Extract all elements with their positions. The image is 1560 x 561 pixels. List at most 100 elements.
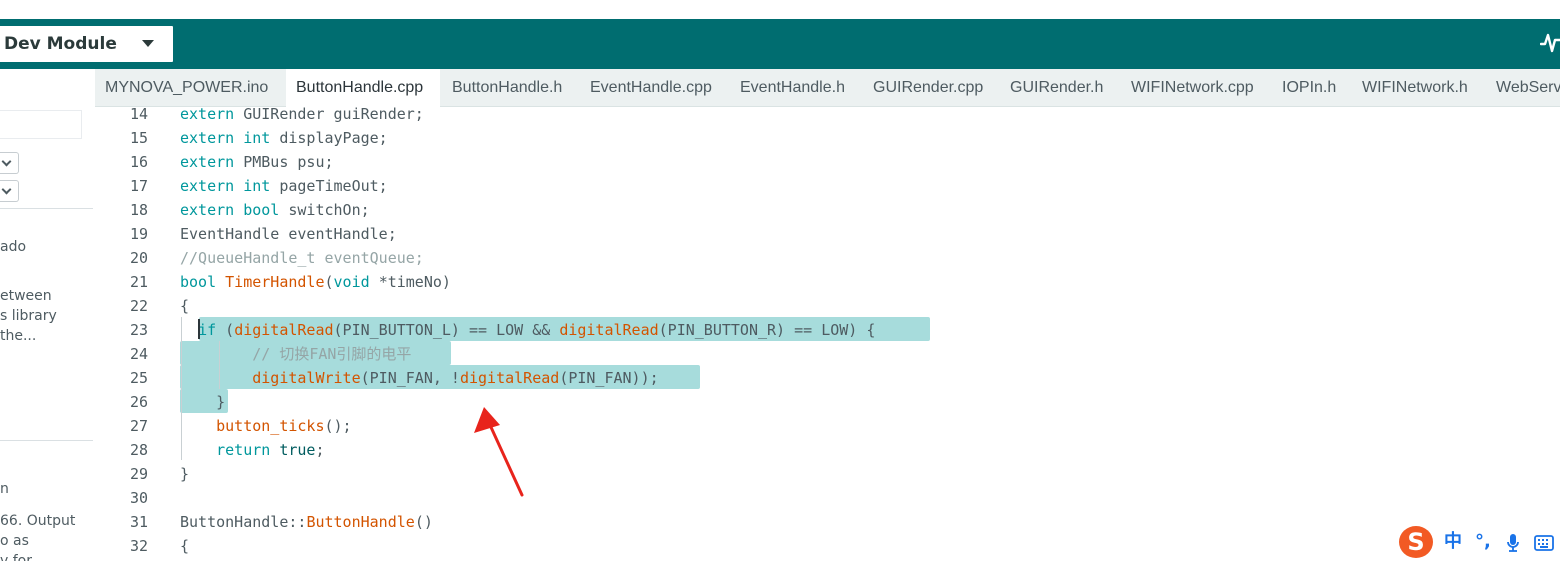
code-token: ( xyxy=(324,273,334,291)
code-token: bool xyxy=(243,201,289,219)
code-line: 18 extern bool switchOn; xyxy=(95,198,1560,222)
tab-wifinetwork-h[interactable]: WIFINetwork.h xyxy=(1352,69,1478,107)
board-selector[interactable]: Dev Module xyxy=(0,26,173,62)
line-number: 27 xyxy=(129,417,148,435)
code-line: 28 return true; xyxy=(95,438,1560,462)
code-line: 29} xyxy=(95,462,1560,486)
code-token: int xyxy=(243,177,280,195)
ime-toolbar: S 中 °, xyxy=(1395,523,1560,561)
code-token: { xyxy=(180,537,190,555)
code-line: 25 digitalWrite(PIN_FAN, !digitalRead(PI… xyxy=(95,366,1560,390)
code-token: { xyxy=(180,297,190,315)
code-token: ; xyxy=(315,441,325,459)
chevron-down-icon xyxy=(142,40,154,47)
annotation-arrow-icon xyxy=(474,407,524,497)
code-token: true xyxy=(279,441,316,459)
line-number: 14 xyxy=(129,107,148,123)
library-item-description: etween xyxy=(0,288,52,304)
code-text: //QueueHandle_t eventQueue; xyxy=(180,246,424,270)
sidebar-divider xyxy=(0,208,93,209)
code-token: extern xyxy=(180,177,244,195)
line-number: 21 xyxy=(129,273,148,291)
line-number: 22 xyxy=(129,297,148,315)
chevron-down-icon xyxy=(1,156,12,167)
code-line: 19 EventHandle eventHandle; xyxy=(95,222,1560,246)
sidebar-divider xyxy=(0,440,93,441)
code-token: () xyxy=(414,513,433,531)
code-text: digitalWrite(PIN_FAN, !digitalRead(PIN_F… xyxy=(180,366,659,390)
library-item-title: ado xyxy=(0,239,27,255)
code-token: PMBus psu; xyxy=(243,153,334,171)
code-token: ButtonHandle xyxy=(306,513,415,531)
line-number: 24 xyxy=(129,345,148,363)
ime-punctuation-toggle[interactable]: °, xyxy=(1475,531,1491,553)
line-number: 20 xyxy=(129,249,148,267)
code-token: void xyxy=(333,273,379,291)
tab-mynova-power-ino[interactable]: MYNOVA_POWER.ino xyxy=(95,69,278,107)
code-token: digitalRead xyxy=(459,369,560,387)
code-token: (PIN_BUTTON_L) == LOW && xyxy=(333,321,560,339)
code-token: } xyxy=(180,465,190,483)
tab-guirender-h[interactable]: GUIRender.h xyxy=(1000,69,1113,107)
tab-buttonhandle-cpp[interactable]: ButtonHandle.cpp xyxy=(286,69,440,108)
code-editor[interactable]: 14 extern GUIRender guiRender; 15 extern in… xyxy=(95,107,1560,561)
code-token: extern xyxy=(180,153,244,171)
code-token: displayPage; xyxy=(279,129,388,147)
code-token: EventHandle eventHandle; xyxy=(180,225,397,243)
line-number: 29 xyxy=(129,465,148,483)
code-line: 22 { xyxy=(95,294,1560,318)
library-search-input[interactable] xyxy=(0,110,82,139)
code-text: EventHandle eventHandle; xyxy=(180,222,397,246)
tab-iopin-h[interactable]: IOPIn.h xyxy=(1272,69,1346,107)
tab-wifinetwork-cpp[interactable]: WIFINetwork.cpp xyxy=(1121,69,1264,107)
serial-plotter-icon[interactable] xyxy=(1540,31,1560,55)
sogou-logo-icon[interactable]: S xyxy=(1399,526,1433,558)
code-line: 31 ButtonHandle::ButtonHandle() xyxy=(95,510,1560,534)
code-token: (); xyxy=(324,417,352,435)
code-text: ButtonHandle::ButtonHandle() xyxy=(180,510,433,534)
code-token: // 切换FAN引脚的电平 xyxy=(252,345,412,363)
line-number: 15 xyxy=(129,129,148,147)
code-token: button_ticks xyxy=(216,417,325,435)
code-token: digitalWrite xyxy=(252,369,361,387)
library-item-description: o as xyxy=(0,533,29,549)
code-token: ButtonHandle:: xyxy=(180,513,307,531)
tab-guirender-cpp[interactable]: GUIRender.cpp xyxy=(863,69,993,107)
line-number: 32 xyxy=(129,537,148,555)
ime-language-toggle[interactable]: 中 xyxy=(1444,531,1462,553)
topic-filter-dropdown[interactable] xyxy=(0,180,19,202)
line-number: 16 xyxy=(129,153,148,171)
code-text: bool TimerHandle(void *timeNo) xyxy=(180,270,451,294)
tab-buttonhandle-h[interactable]: ButtonHandle.h xyxy=(442,69,572,107)
code-token: ( xyxy=(225,321,235,339)
code-token: return xyxy=(216,441,280,459)
text-cursor xyxy=(198,319,200,339)
microphone-icon[interactable] xyxy=(1506,533,1520,553)
chevron-down-icon xyxy=(1,184,12,195)
line-number: 18 xyxy=(129,201,148,219)
line-number: 25 xyxy=(129,369,148,387)
code-token: extern xyxy=(180,201,244,219)
code-text: return true; xyxy=(180,438,325,462)
code-line: 17 extern int pageTimeOut; xyxy=(95,174,1560,198)
line-number: 19 xyxy=(129,225,148,243)
library-item-description: s library xyxy=(0,308,57,324)
line-number: 31 xyxy=(129,513,148,531)
keyboard-icon[interactable] xyxy=(1534,535,1554,551)
code-line: 23 if (digitalRead(PIN_BUTTON_L) == LOW … xyxy=(95,318,1560,342)
code-token: TimerHandle xyxy=(225,273,325,291)
code-token: (PIN_FAN)); xyxy=(559,369,659,387)
code-text: } xyxy=(180,390,225,414)
side-panel: ado etween s library the... n 66. Output… xyxy=(0,69,95,561)
code-token: (PIN_FAN, ! xyxy=(360,369,460,387)
code-line: 26 } xyxy=(95,390,1560,414)
code-line: 14 extern GUIRender guiRender; xyxy=(95,107,1560,126)
code-line: 24 // 切换FAN引脚的电平 xyxy=(95,342,1560,366)
tab-eventhandle-cpp[interactable]: EventHandle.cpp xyxy=(580,69,722,107)
tab-webserv[interactable]: WebServ xyxy=(1486,69,1560,107)
tab-eventhandle-h[interactable]: EventHandle.h xyxy=(730,69,855,107)
type-filter-dropdown[interactable] xyxy=(0,152,19,174)
